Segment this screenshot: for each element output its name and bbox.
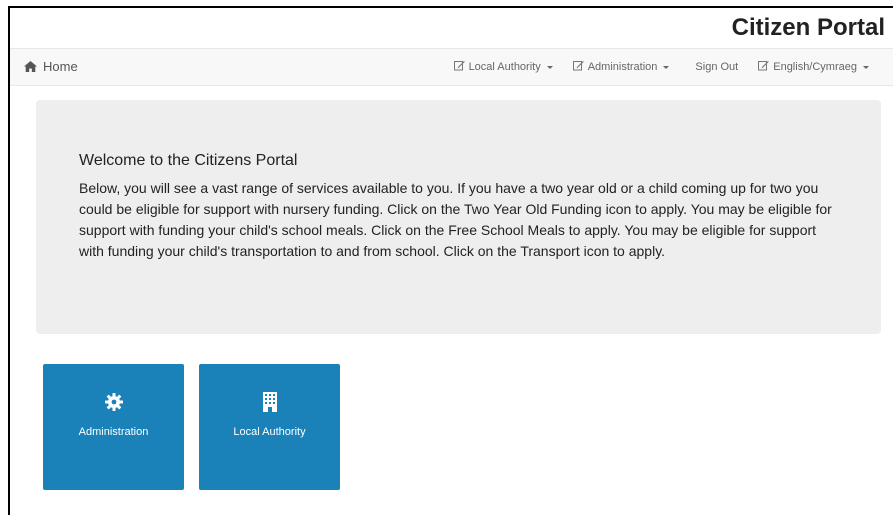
- gear-icon: [104, 392, 123, 412]
- nav-language[interactable]: English/Cymraeg: [748, 60, 879, 74]
- edit-icon: [572, 60, 584, 74]
- nav-administration-label: Administration: [587, 61, 658, 73]
- home-icon: [24, 61, 37, 72]
- nav-local-authority[interactable]: Local Authority: [444, 60, 563, 74]
- nav-language-label: English/Cymraeg: [773, 61, 857, 73]
- nav-sign-out[interactable]: Sign Out: [679, 60, 748, 74]
- caret-down-icon: [546, 65, 553, 69]
- welcome-body: Below, you will see a vast range of serv…: [79, 180, 832, 259]
- brand-title: Citizen Portal: [731, 14, 885, 41]
- navbar: Home Local Authority Administration Sign…: [10, 48, 893, 86]
- tile-administration-label: Administration: [78, 426, 149, 438]
- tile-local-authority[interactable]: Local Authority: [199, 364, 340, 490]
- welcome-panel: Welcome to the Citizens Portal Below, yo…: [36, 100, 881, 334]
- caret-down-icon: [663, 65, 670, 69]
- edit-icon: [453, 60, 465, 74]
- caret-down-icon: [863, 65, 869, 69]
- service-tiles: Administration Local Authority: [43, 364, 340, 490]
- home-label: Home: [43, 59, 78, 74]
- home-link[interactable]: Home: [24, 59, 78, 74]
- nav-local-authority-label: Local Authority: [468, 61, 541, 73]
- nav-sign-out-label: Sign Out: [695, 61, 739, 73]
- app-frame: Citizen Portal Home Local Authority Admi…: [8, 6, 893, 515]
- nav-administration[interactable]: Administration: [563, 60, 680, 74]
- navbar-right: Local Authority Administration Sign Out …: [444, 60, 879, 74]
- welcome-title: Welcome to the Citizens Portal: [79, 152, 298, 169]
- tile-administration[interactable]: Administration: [43, 364, 184, 490]
- edit-icon: [758, 60, 770, 74]
- tile-local-authority-label: Local Authority: [233, 426, 306, 438]
- building-icon: [262, 392, 277, 412]
